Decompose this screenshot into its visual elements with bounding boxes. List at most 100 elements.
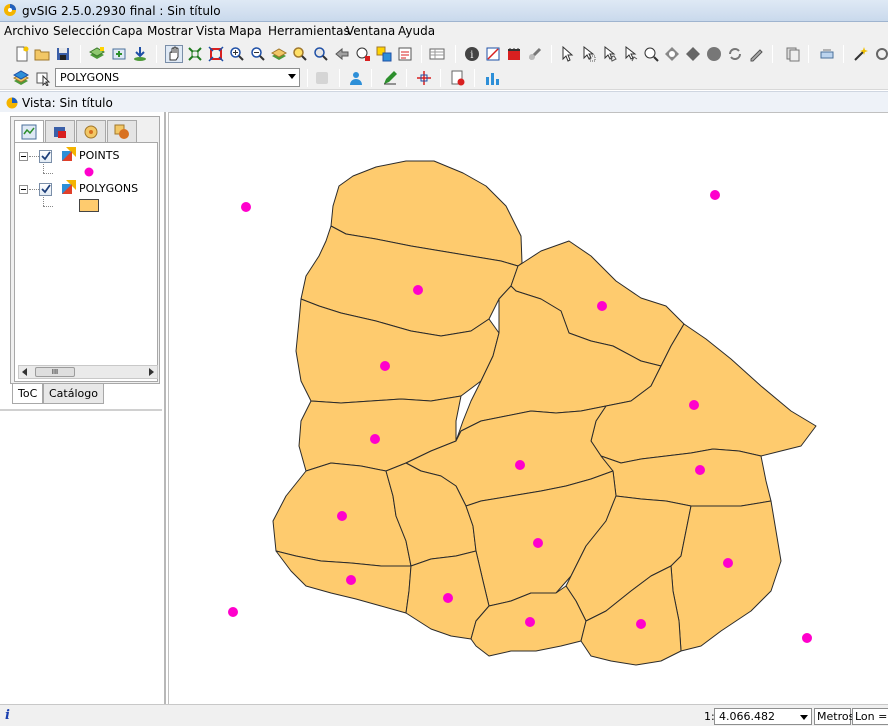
measure-distance-icon[interactable]	[484, 45, 502, 63]
zoom-full-icon[interactable]	[186, 45, 204, 63]
point-feature[interactable]	[370, 434, 380, 444]
user-icon[interactable]	[347, 69, 365, 87]
layer-name-points[interactable]: POINTS	[79, 149, 119, 162]
geoprocess-icon[interactable]	[818, 45, 836, 63]
info-icon[interactable]: i	[463, 45, 481, 63]
point-feature[interactable]	[533, 538, 543, 548]
points-visibility-checkbox[interactable]	[39, 150, 52, 163]
select-polygon-icon[interactable]	[600, 45, 618, 63]
point-feature[interactable]	[802, 633, 812, 643]
select-layer-icon[interactable]	[34, 69, 52, 87]
collapse-points-toggle[interactable]	[19, 152, 28, 161]
tab-toc[interactable]: ToC	[12, 384, 44, 404]
copy-icon[interactable]	[784, 45, 802, 63]
editing-disabled-icon[interactable]	[313, 69, 331, 87]
save-icon[interactable]	[54, 45, 72, 63]
panel-divider[interactable]	[0, 409, 162, 411]
menu-capa[interactable]: Capa	[112, 24, 143, 38]
info-icon[interactable]: i	[5, 708, 10, 723]
select-pointer-icon[interactable]	[558, 45, 576, 63]
point-feature[interactable]	[337, 511, 347, 521]
menu-seleccion[interactable]: Selección	[53, 24, 110, 38]
new-layer-icon[interactable]	[110, 45, 128, 63]
select-by-layer-icon[interactable]	[684, 45, 702, 63]
zoom-in-icon[interactable]	[228, 45, 246, 63]
menu-vista[interactable]: Vista	[196, 24, 226, 38]
table-icon[interactable]	[428, 45, 446, 63]
measure-area-icon[interactable]	[505, 45, 523, 63]
tab-symbols[interactable]	[107, 120, 137, 142]
chart-icon[interactable]	[483, 69, 501, 87]
point-feature[interactable]	[695, 465, 705, 475]
collapse-polygons-toggle[interactable]	[19, 185, 28, 194]
menu-mapa[interactable]: Mapa	[229, 24, 262, 38]
add-layer-icon[interactable]	[88, 45, 106, 63]
point-feature[interactable]	[597, 301, 607, 311]
zoom-extent-icon[interactable]	[207, 45, 225, 63]
locator-icon[interactable]	[131, 45, 149, 63]
menu-ventana[interactable]: Ventana	[346, 24, 395, 38]
scroll-left-icon[interactable]	[22, 368, 27, 376]
units-value: Metros	[817, 710, 855, 723]
scale-combo[interactable]: 4.066.482	[714, 708, 812, 725]
menu-ayuda[interactable]: Ayuda	[398, 24, 435, 38]
settings-icon[interactable]	[873, 45, 888, 63]
polygons-visibility-checkbox[interactable]	[39, 183, 52, 196]
scroll-thumb[interactable]: III	[35, 367, 75, 377]
wand-icon[interactable]	[852, 45, 870, 63]
edit-geometry-icon[interactable]	[381, 69, 399, 87]
menu-archivo[interactable]: Archivo	[4, 24, 49, 38]
polygons-layer	[272, 160, 817, 666]
active-layer-combo[interactable]: POLYGONS	[55, 68, 300, 87]
point-feature[interactable]	[689, 400, 699, 410]
tab-layers[interactable]	[14, 120, 44, 142]
pan-hand-icon[interactable]	[165, 45, 183, 63]
point-feature[interactable]	[710, 190, 720, 200]
select-all-icon[interactable]	[354, 45, 372, 63]
zoom-out-icon[interactable]	[249, 45, 267, 63]
tab-disc[interactable]	[76, 120, 106, 142]
select-by-attributes-icon[interactable]	[705, 45, 723, 63]
layer-manager-icon[interactable]	[375, 45, 393, 63]
layer-name-polygons[interactable]: POLYGONS	[79, 182, 138, 195]
menu-mostrar[interactable]: Mostrar	[147, 24, 193, 38]
point-feature[interactable]	[636, 619, 646, 629]
invert-selection-icon[interactable]	[726, 45, 744, 63]
hyperlink-icon[interactable]	[526, 45, 544, 63]
map-svg[interactable]	[169, 113, 888, 705]
point-feature[interactable]	[346, 575, 356, 585]
point-feature[interactable]	[443, 593, 453, 603]
toc-horizontal-scrollbar[interactable]: III	[18, 365, 158, 379]
zoom-prev-icon[interactable]	[333, 45, 351, 63]
point-feature[interactable]	[228, 607, 238, 617]
chevron-down-icon	[800, 715, 808, 720]
select-polyline-icon[interactable]	[621, 45, 639, 63]
units-field[interactable]: Metros	[814, 708, 855, 725]
zoom-layer-icon[interactable]	[270, 45, 288, 63]
zoom-scale-icon[interactable]	[312, 45, 330, 63]
new-document-icon[interactable]	[13, 45, 31, 63]
map-canvas[interactable]	[168, 112, 888, 704]
zoom-select-icon[interactable]	[291, 45, 309, 63]
select-circle-icon[interactable]	[642, 45, 660, 63]
open-folder-icon[interactable]	[33, 45, 51, 63]
edit-layer-icon[interactable]	[396, 45, 414, 63]
tab-database[interactable]	[45, 120, 75, 142]
point-feature[interactable]	[413, 285, 423, 295]
crosshair-icon[interactable]	[415, 69, 433, 87]
point-feature[interactable]	[241, 202, 251, 212]
select-rect-icon[interactable]	[579, 45, 597, 63]
point-feature[interactable]	[380, 361, 390, 371]
layers-stack-icon[interactable]	[12, 69, 30, 87]
polygon-department[interactable]	[670, 500, 782, 652]
clear-selection-icon[interactable]	[747, 45, 765, 63]
document-properties-icon[interactable]	[449, 69, 467, 87]
select-buffer-icon[interactable]	[663, 45, 681, 63]
scroll-right-icon[interactable]	[149, 368, 154, 376]
tab-catalogo[interactable]: Catálogo	[43, 384, 104, 404]
point-feature[interactable]	[515, 460, 525, 470]
polygon-symbol-swatch	[79, 199, 99, 212]
point-feature[interactable]	[723, 558, 733, 568]
menu-herramientas[interactable]: Herramientas	[268, 24, 350, 38]
point-feature[interactable]	[525, 617, 535, 627]
